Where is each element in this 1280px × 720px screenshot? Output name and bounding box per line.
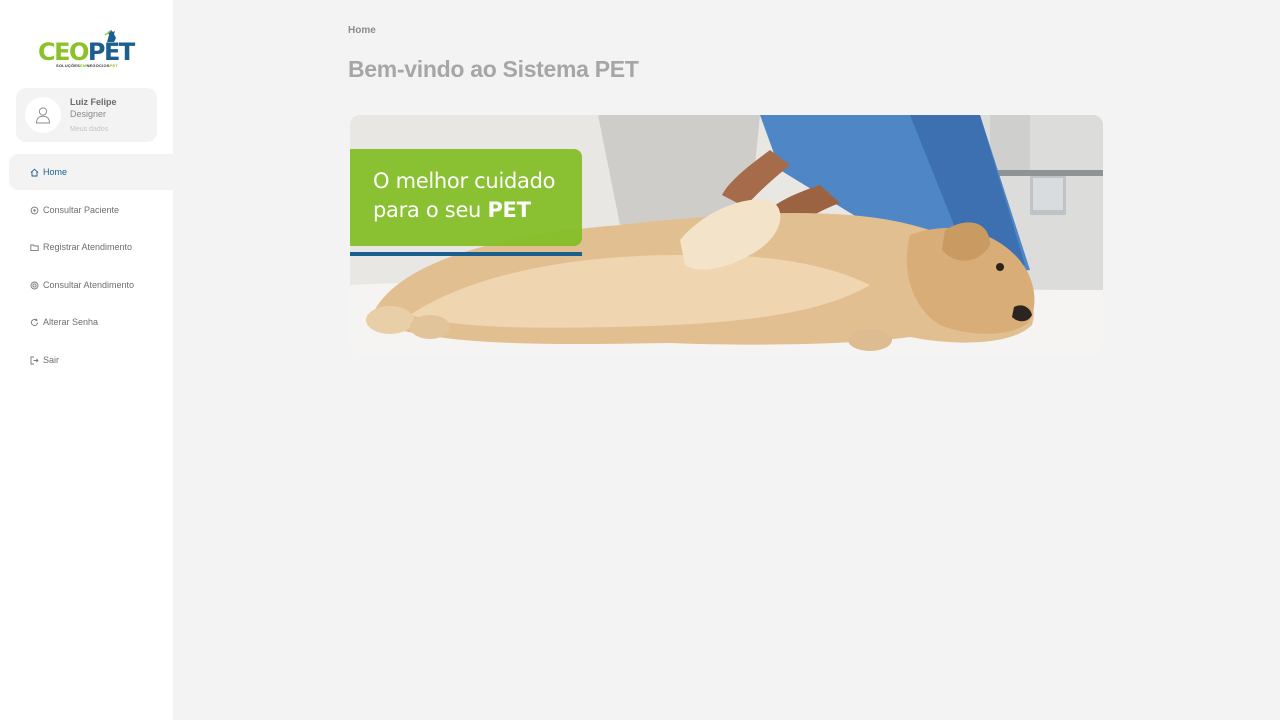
sidebar-item-consultar-paciente[interactable]: Consultar Paciente — [9, 192, 173, 228]
paw-icon — [30, 206, 39, 215]
folder-icon — [30, 243, 39, 252]
banner-accent-line — [350, 252, 582, 256]
sidebar-item-sair[interactable]: Sair — [9, 342, 173, 378]
logo-tagline: SOLUÇÕESEMNEGÓCIOSPET — [56, 63, 119, 68]
my-data-link[interactable]: Meus dados — [70, 126, 108, 133]
user-card: Luiz Felipe Designer Meus dados — [16, 88, 157, 142]
ceopet-logo[interactable]: CEOPET SOLUÇÕESEMNEGÓCIOSPET — [36, 28, 138, 72]
dog-silhouette-icon — [104, 30, 116, 42]
sidebar-item-alterar-senha[interactable]: Alterar Senha — [9, 304, 173, 340]
welcome-banner: O melhor cuidado para o seu PET — [350, 115, 1103, 356]
sidebar-item-home[interactable]: Home — [9, 154, 173, 190]
user-role: Designer — [70, 109, 107, 119]
sidebar-item-label: Home — [43, 167, 68, 177]
sidebar-item-consultar-atendimento[interactable]: Consultar Atendimento — [9, 267, 173, 303]
user-icon — [35, 107, 51, 124]
sidebar-item-label: Consultar Atendimento — [43, 280, 135, 290]
logo-wordmark: CEOPET — [38, 38, 135, 66]
home-icon — [30, 168, 39, 177]
logout-icon — [30, 356, 39, 365]
breadcrumb[interactable]: Home — [348, 25, 376, 36]
user-name: Luiz Felipe — [70, 97, 117, 107]
banner-slogan-line1: O melhor cuidado — [373, 169, 556, 193]
sidebar-item-label: Consultar Paciente — [43, 205, 120, 215]
banner-slogan-line2: para o seu PET — [373, 198, 531, 222]
page-title: Bem-vindo ao Sistema PET — [348, 56, 639, 82]
banner-slogan: O melhor cuidado para o seu PET — [373, 167, 555, 225]
refresh-icon — [30, 318, 39, 327]
target-icon — [30, 281, 39, 290]
sidebar-item-label: Sair — [43, 355, 60, 365]
sidebar: CEOPET SOLUÇÕESEMNEGÓCIOSPET Luiz Felipe… — [0, 0, 173, 720]
sidebar-item-label: Alterar Senha — [43, 317, 99, 327]
avatar — [25, 97, 61, 133]
sidebar-item-label: Registrar Atendimento — [43, 242, 133, 252]
sidebar-item-registrar-atendimento[interactable]: Registrar Atendimento — [9, 229, 173, 265]
